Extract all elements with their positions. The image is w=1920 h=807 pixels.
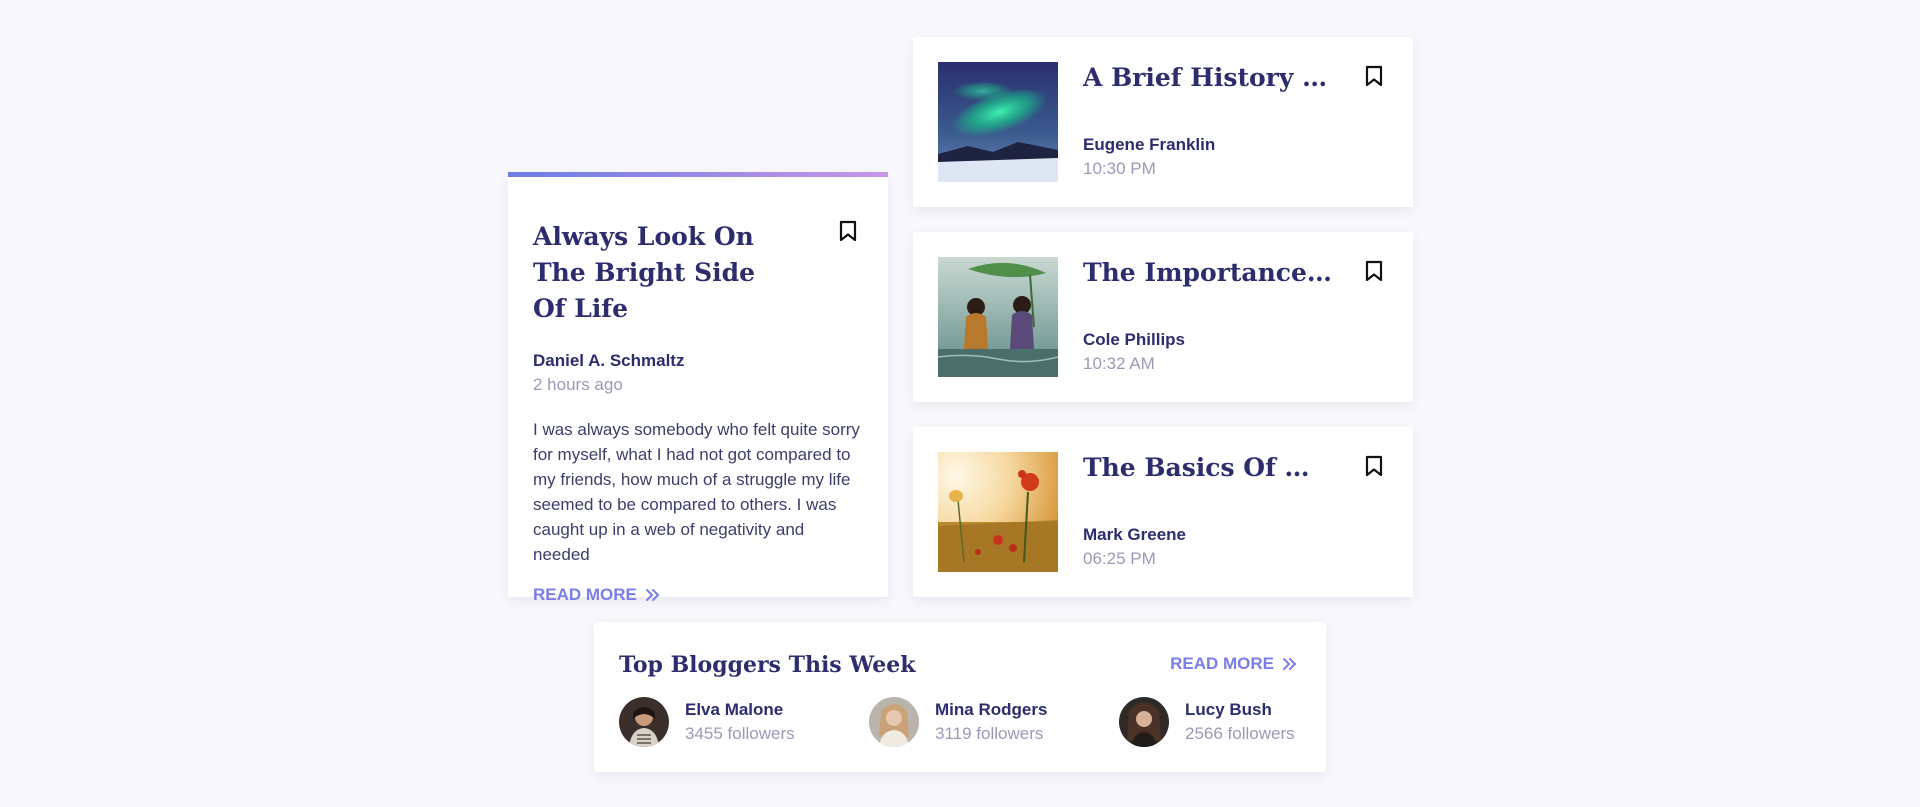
aurora-image[interactable]	[938, 62, 1058, 182]
post-time: 06:25 PM	[1083, 549, 1156, 568]
post-card[interactable]: A Brief History Of C... Eugene Franklin …	[913, 37, 1413, 207]
bookmark-icon[interactable]	[1365, 455, 1383, 477]
featured-accent-bar	[508, 172, 888, 177]
bloggers-read-more-link[interactable]: READ MORE	[1170, 654, 1298, 674]
post-time: 10:32 AM	[1083, 354, 1155, 373]
bloggers-list: Elva Malone 3455 followers Mina Rodgers …	[619, 697, 1369, 747]
featured-read-more-link[interactable]: READ MORE	[533, 585, 863, 605]
read-more-label: READ MORE	[1170, 654, 1274, 673]
blogger-followers: 3455 followers	[685, 724, 795, 743]
blogger-followers: 3119 followers	[935, 724, 1044, 743]
post-author: Cole Phillips	[1083, 330, 1186, 349]
post-time: 10:30 PM	[1083, 159, 1156, 178]
featured-post-card[interactable]: Always Look On The Bright Side Of Life D…	[508, 172, 888, 604]
bookmark-icon[interactable]	[839, 220, 857, 242]
bookmark-icon[interactable]	[1365, 260, 1383, 282]
avatar[interactable]	[619, 697, 669, 747]
double-chevron-right-icon	[1283, 658, 1296, 670]
post-title[interactable]: The Importance Of ...	[1083, 256, 1333, 290]
post-card[interactable]: The Basics Of Weste... Mark Greene 06:25…	[913, 427, 1413, 597]
children-leaf-image[interactable]	[938, 257, 1058, 377]
featured-post-time: 2 hours ago	[533, 375, 623, 394]
post-title[interactable]: A Brief History Of C...	[1083, 61, 1333, 95]
poppy-field-image[interactable]	[938, 452, 1058, 572]
featured-post-title[interactable]: Always Look On The Bright Side Of Life	[533, 219, 793, 327]
blogger-name[interactable]: Elva Malone	[685, 698, 795, 722]
blogger-item[interactable]: Mina Rodgers 3119 followers	[869, 697, 1119, 747]
avatar[interactable]	[869, 697, 919, 747]
post-author: Eugene Franklin	[1083, 135, 1216, 154]
blogger-followers: 2566 followers	[1185, 724, 1295, 743]
top-bloggers-heading: Top Bloggers This Week	[619, 652, 916, 678]
blogger-item[interactable]: Lucy Bush 2566 followers	[1119, 697, 1369, 747]
post-author: Mark Greene	[1083, 525, 1186, 544]
post-title[interactable]: The Basics Of Weste...	[1083, 451, 1333, 485]
bookmark-icon[interactable]	[1365, 65, 1383, 87]
featured-post-excerpt: I was always somebody who felt quite sor…	[533, 420, 860, 564]
featured-post-author: Daniel A. Schmaltz	[533, 351, 685, 370]
read-more-label: READ MORE	[533, 585, 637, 604]
avatar[interactable]	[1119, 697, 1169, 747]
blogger-item[interactable]: Elva Malone 3455 followers	[619, 697, 869, 747]
post-card[interactable]: The Importance Of ... Cole Phillips 10:3…	[913, 232, 1413, 402]
blogger-name[interactable]: Mina Rodgers	[935, 698, 1047, 722]
blogger-name[interactable]: Lucy Bush	[1185, 698, 1295, 722]
double-chevron-right-icon	[645, 589, 659, 601]
top-bloggers-card: Top Bloggers This Week READ MORE Elva Ma…	[594, 622, 1326, 772]
